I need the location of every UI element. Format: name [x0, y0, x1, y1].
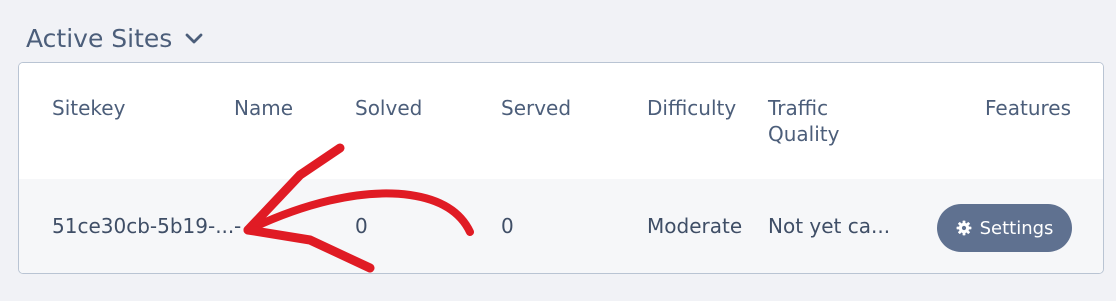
- column-header-difficulty: Difficulty: [647, 96, 737, 120]
- column-header-traffic-quality-line2: Quality: [768, 122, 840, 146]
- settings-button[interactable]: Settings: [937, 204, 1072, 252]
- column-header-traffic-quality-line1: Traffic: [768, 96, 829, 120]
- table-header-row: Sitekey Name Solved Served Difficulty Tr…: [19, 63, 1103, 180]
- column-header-traffic-quality: Traffic Quality: [768, 95, 839, 147]
- cell-solved: 0: [355, 214, 368, 238]
- cell-sitekey[interactable]: 51ce30cb-5b19-...: [52, 213, 234, 239]
- settings-button-label: Settings: [979, 217, 1054, 239]
- cell-difficulty: Moderate: [647, 214, 743, 238]
- active-sites-toggle[interactable]: Active Sites: [26, 20, 206, 56]
- table-row: 51ce30cb-5b19-... - 0 0 Moderate Not yet…: [19, 179, 1103, 273]
- column-header-solved: Solved: [355, 96, 423, 120]
- cell-traffic-quality: Not yet ca...: [768, 214, 891, 238]
- column-header-name: Name: [234, 96, 294, 120]
- cell-served: 0: [501, 214, 514, 238]
- column-header-sitekey: Sitekey: [52, 96, 126, 120]
- cell-name: -: [234, 214, 242, 238]
- sites-table: Sitekey Name Solved Served Difficulty Tr…: [18, 62, 1104, 274]
- chevron-down-icon: [185, 33, 203, 44]
- column-header-features: Features: [985, 96, 1071, 120]
- gear-icon: [956, 220, 971, 236]
- section-title: Active Sites: [26, 23, 173, 53]
- column-header-served: Served: [501, 96, 572, 120]
